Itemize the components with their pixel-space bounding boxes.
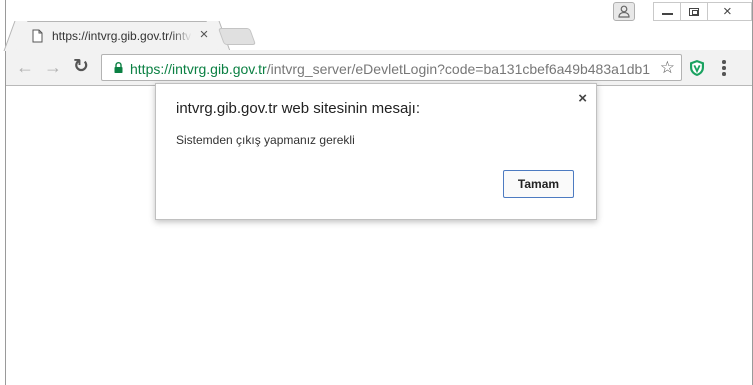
- restore-icon: [689, 8, 699, 16]
- restore-button[interactable]: [680, 2, 708, 21]
- new-tab-button[interactable]: [217, 28, 257, 45]
- bookmark-star-icon[interactable]: ☆: [660, 58, 675, 78]
- title-bar: https://intvrg.gib.gov.tr/intvrg_server/…: [6, 0, 752, 50]
- url-scheme: https://: [130, 61, 173, 77]
- minimize-button[interactable]: [653, 2, 681, 21]
- dialog-message: Sistemden çıkış yapmanız gerekli: [176, 133, 355, 147]
- url-text: https://intvrg.gib.gov.tr/intvrg_server/…: [130, 61, 650, 77]
- browser-toolbar: ← → ↻ https://intvrg.gib.gov.tr/intvrg_s…: [6, 50, 752, 86]
- person-icon: [618, 5, 630, 18]
- browser-window: https://intvrg.gib.gov.tr/intvrg_server/…: [5, 0, 753, 385]
- tab-close-icon[interactable]: ×: [197, 26, 211, 43]
- url-path: /intvrg_server/eDevletLogin?code=ba131cb…: [266, 61, 650, 77]
- lock-icon: [114, 62, 123, 73]
- window-close-button[interactable]: ×: [707, 2, 752, 21]
- more-menu-icon[interactable]: [722, 60, 726, 76]
- dialog-close-icon[interactable]: ×: [578, 90, 587, 107]
- dialog-title: intvrg.gib.gov.tr web sitesinin mesajı:: [176, 100, 420, 117]
- back-arrow-icon[interactable]: ←: [15, 58, 35, 78]
- close-icon: ×: [723, 3, 732, 20]
- tab-title: https://intvrg.gib.gov.tr/intvrg_server/…: [52, 29, 192, 43]
- window-controls: ×: [653, 2, 752, 22]
- minimize-icon: [662, 13, 673, 15]
- reload-icon[interactable]: ↻: [71, 57, 91, 78]
- tab-active[interactable]: https://intvrg.gib.gov.tr/intvrg_server/…: [16, 21, 218, 50]
- profile-button[interactable]: [613, 2, 635, 21]
- address-bar[interactable]: https://intvrg.gib.gov.tr/intvrg_server/…: [101, 54, 682, 81]
- document-icon: [32, 29, 43, 43]
- ok-button[interactable]: Tamam: [503, 170, 574, 198]
- forward-arrow-icon[interactable]: →: [43, 58, 63, 78]
- url-host: intvrg.gib.gov.tr: [172, 61, 267, 77]
- alert-dialog: intvrg.gib.gov.tr web sitesinin mesajı: …: [155, 83, 597, 220]
- shield-extension-icon[interactable]: [689, 59, 705, 77]
